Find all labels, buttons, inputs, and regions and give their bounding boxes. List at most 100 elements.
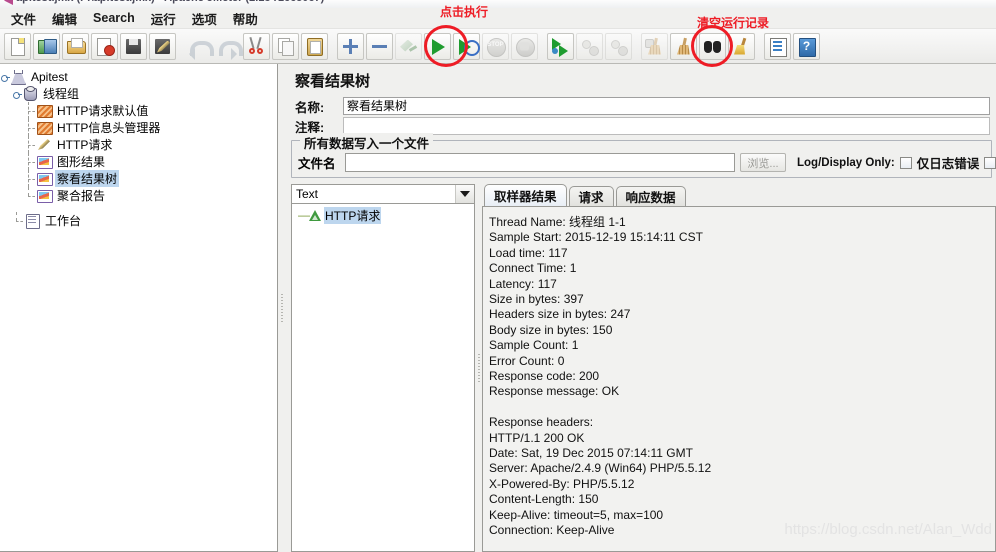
menu-help[interactable]: 帮助	[225, 7, 266, 30]
help-button[interactable]	[793, 32, 820, 60]
tab-request[interactable]: 请求	[568, 186, 614, 206]
collapse-all-button[interactable]	[366, 32, 393, 60]
window-title-bar: apitest.jmx (F:\apitest.jmx) - Apache JM…	[0, 0, 996, 8]
tree-node-graph-results[interactable]: 图形结果	[0, 153, 277, 170]
clear-button[interactable]	[641, 32, 668, 60]
filename-input[interactable]	[345, 153, 735, 172]
tree-node-thread-group[interactable]: 线程组	[0, 85, 277, 102]
run-no-timers-button[interactable]	[453, 32, 480, 60]
search-binoculars-icon	[702, 36, 723, 57]
sampler-result-body[interactable]: Thread Name: 线程组 1-1 Sample Start: 2015-…	[482, 206, 996, 552]
group-title: 所有数据写入一个文件	[300, 133, 434, 152]
paste-button[interactable]	[301, 32, 328, 60]
horizontal-splitter[interactable]	[475, 184, 482, 552]
function-helper-button[interactable]	[764, 32, 791, 60]
remote-start-all-button[interactable]	[547, 32, 574, 60]
remote-shutdown-all-icon	[608, 36, 629, 57]
listener-icon	[36, 171, 53, 186]
listener-icon	[36, 154, 53, 169]
comment-input[interactable]	[343, 117, 990, 135]
renderer-select[interactable]: Text	[291, 184, 475, 204]
result-line: Connection: Keep-Alive	[489, 523, 615, 538]
result-line: Size in bytes: 397	[489, 292, 584, 307]
result-line: Headers size in bytes: 247	[489, 307, 631, 322]
filename-row: 文件名 浏览... Log/Display Only: 仅日志错误	[298, 153, 996, 172]
tree-node-test-plan[interactable]: Apitest	[0, 68, 277, 85]
errors-only-checkbox[interactable]	[899, 156, 912, 169]
shutdown-icon	[514, 36, 535, 57]
remote-shutdown-all-button[interactable]	[605, 32, 632, 60]
undo-button[interactable]	[185, 33, 214, 60]
tab-response-data[interactable]: 响应数据	[615, 186, 686, 206]
test-plan-icon	[10, 69, 26, 84]
test-plan-tree[interactable]: Apitest 线程组 HTTP请求默认值 HTTP信息头管理器 HTTP请求 …	[0, 64, 278, 552]
successes-only-checkbox[interactable]	[984, 156, 996, 169]
tree-node-label: 图形结果	[57, 155, 106, 169]
expand-handle-icon[interactable]	[12, 89, 22, 99]
tree-node-label: HTTP请求默认值	[57, 104, 149, 118]
browse-button[interactable]: 浏览...	[740, 153, 786, 172]
menu-edit[interactable]: 编辑	[44, 7, 85, 30]
tree-elbow	[24, 119, 36, 136]
expand-all-button[interactable]	[337, 32, 364, 60]
tree-node-label: HTTP请求	[57, 138, 113, 152]
name-input[interactable]: 察看结果树	[343, 97, 990, 115]
success-triangle-icon	[308, 209, 322, 222]
remote-stop-all-icon	[579, 36, 600, 57]
list-item[interactable]: — HTTP请求	[292, 206, 474, 224]
result-line: X-Powered-By: PHP/5.5.12	[489, 476, 635, 491]
redo-button[interactable]	[214, 33, 243, 60]
tree-node-http-header-manager[interactable]: HTTP信息头管理器	[0, 119, 277, 136]
open-folder-icon	[65, 36, 86, 57]
tree-elbow	[12, 212, 24, 229]
tab-sampler-result[interactable]: 取样器结果	[484, 184, 567, 206]
results-area: Text — HTTP请求 取样器结果 请求 响应数据 Thread Name:…	[291, 184, 996, 552]
thread-group-icon	[22, 86, 38, 101]
reset-search-button[interactable]	[728, 32, 755, 60]
result-line: Keep-Alive: timeout=5, max=100	[489, 507, 664, 522]
results-tree[interactable]: — HTTP请求	[291, 204, 475, 552]
search-button[interactable]	[699, 32, 726, 60]
new-document-button[interactable]	[4, 32, 31, 60]
chevron-down-icon[interactable]	[455, 185, 474, 203]
templates-button[interactable]	[33, 32, 60, 60]
result-line: Response headers:	[489, 415, 594, 430]
stop-button[interactable]	[482, 32, 509, 60]
expand-handle-icon[interactable]	[0, 72, 10, 82]
page-title: 察看结果树	[295, 73, 371, 90]
tree-node-workbench[interactable]: 工作台	[0, 212, 277, 229]
remote-stop-all-button[interactable]	[576, 32, 603, 60]
tree-node-aggregate-report[interactable]: 聚合报告	[0, 187, 277, 204]
result-line-blank	[489, 400, 994, 415]
menu-file[interactable]: 文件	[3, 7, 44, 30]
tree-node-http-defaults[interactable]: HTTP请求默认值	[0, 102, 277, 119]
tree-node-label: 工作台	[45, 214, 82, 228]
save-button[interactable]	[120, 32, 147, 60]
result-line: Response code: 200	[489, 369, 600, 384]
name-field-row: 名称: 察看结果树	[285, 96, 996, 116]
copy-button[interactable]	[272, 32, 299, 60]
menu-run[interactable]: 运行	[143, 7, 184, 30]
tree-node-http-request[interactable]: HTTP请求	[0, 136, 277, 153]
clear-all-button[interactable]	[670, 32, 697, 60]
http-sampler-icon	[36, 137, 52, 152]
clear-icon	[644, 36, 665, 57]
close-button[interactable]	[91, 32, 118, 60]
cut-icon	[246, 36, 267, 57]
expand-all-icon	[340, 36, 361, 57]
open-button[interactable]	[62, 32, 89, 60]
menu-search[interactable]: Search	[85, 9, 143, 27]
cut-button[interactable]	[243, 32, 270, 60]
tree-node-view-results-tree[interactable]: 察看结果树	[0, 170, 277, 187]
close-document-icon	[94, 36, 115, 57]
save-icon	[123, 36, 144, 57]
tree-dash-icon: —	[298, 208, 310, 222]
vertical-splitter[interactable]	[278, 64, 285, 552]
toggle-button[interactable]	[395, 32, 422, 60]
listener-config-panel: 察看结果树 名称: 察看结果树 注释: 所有数据写入一个文件 文件名 浏览...…	[285, 64, 996, 552]
menu-options[interactable]: 选项	[184, 7, 225, 30]
clear-all-icon	[673, 36, 694, 57]
shutdown-button[interactable]	[511, 32, 538, 60]
run-button[interactable]	[424, 32, 451, 60]
save-as-button[interactable]	[149, 32, 176, 60]
